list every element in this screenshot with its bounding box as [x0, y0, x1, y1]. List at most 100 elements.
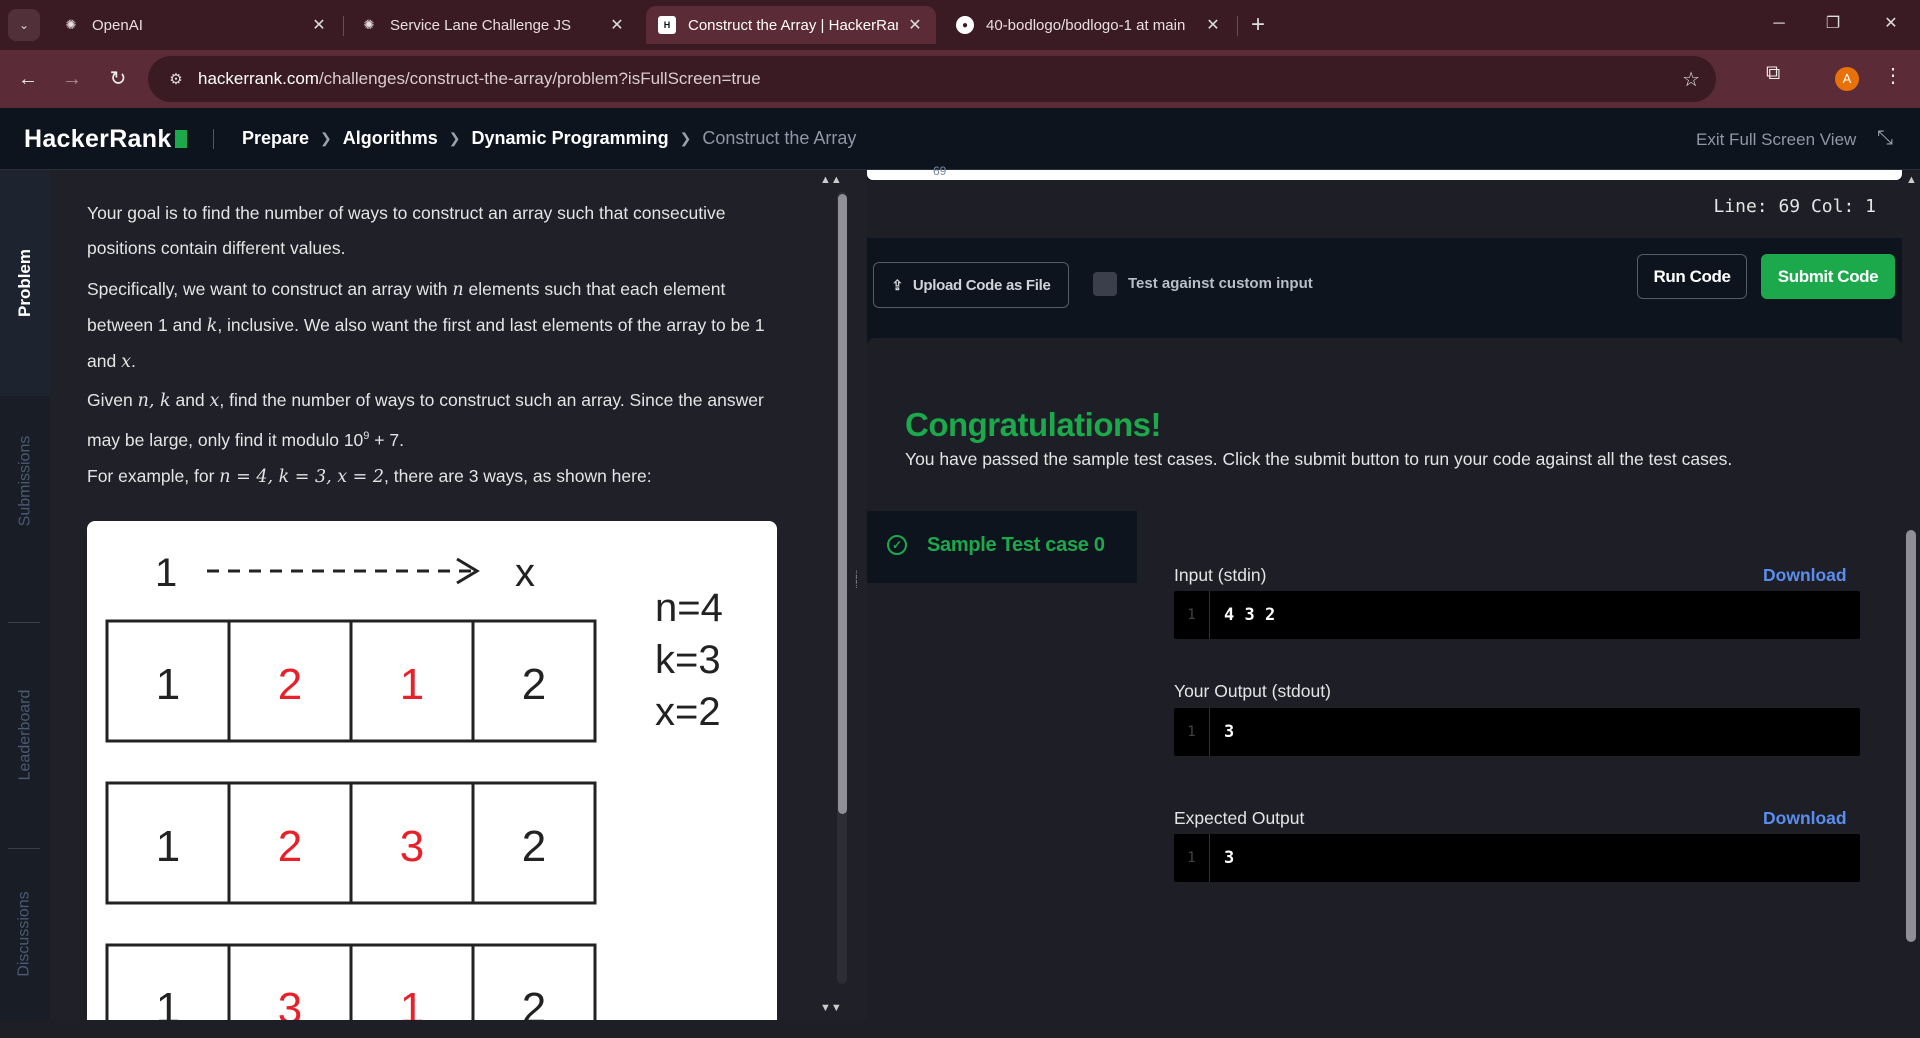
tab-title: 40-bodlogo/bodlogo-1 at main — [986, 16, 1186, 34]
line-number: 1 — [1174, 708, 1210, 756]
arrow-end-label: x — [515, 551, 535, 595]
scroll-up-icon[interactable]: ▲ — [1906, 174, 1917, 186]
array-cell-value: 2 — [278, 822, 302, 871]
tab-construct-array[interactable]: H Construct the Array | HackerRank ✕ — [646, 6, 936, 44]
param-k: k=3 — [655, 638, 721, 682]
array-cell-value: 2 — [522, 660, 546, 709]
problem-paragraph: For example, for n = 4, k = 3, x = 2, th… — [87, 466, 652, 487]
array-cell-value: 3 — [278, 984, 302, 1020]
close-window-icon[interactable]: ✕ — [1868, 8, 1914, 40]
close-tab-icon[interactable]: ✕ — [310, 15, 328, 35]
breadcrumb-prepare[interactable]: Prepare — [242, 128, 309, 149]
breadcrumb-current: Construct the Array — [702, 128, 857, 148]
cursor-position: Line: 69 Col: 1 — [1713, 196, 1876, 217]
scrollbar-thumb[interactable] — [1906, 530, 1916, 942]
url-bar[interactable]: ⚙ hackerrank.com/challenges/construct-th… — [148, 56, 1716, 102]
openai-icon: ✺ — [65, 17, 77, 32]
back-icon[interactable]: ← — [12, 63, 44, 95]
arrow-start-label: 1 — [155, 551, 177, 595]
reload-icon[interactable]: ↻ — [102, 63, 134, 95]
custom-input-checkbox[interactable] — [1093, 272, 1117, 296]
pane-resize-handle[interactable]: ⁞ ⁞ ⁞ — [850, 170, 867, 1020]
minimize-icon[interactable]: ─ — [1756, 8, 1802, 40]
url-text[interactable]: hackerrank.com/challenges/construct-the-… — [198, 69, 761, 89]
chevron-right-icon: ❯ — [320, 130, 332, 146]
tab-title: Service Lane Challenge JS — [390, 16, 571, 34]
problem-paragraph: Given n, k and x, find the number of way… — [87, 390, 764, 450]
extensions-icon[interactable]: ⧉ — [1766, 62, 1780, 85]
chevron-right-icon: ❯ — [448, 130, 461, 146]
scroll-up-icon[interactable]: ▲▲ — [820, 174, 842, 186]
tab-github[interactable]: ● 40-bodlogo/bodlogo-1 at main ✕ — [944, 6, 1234, 44]
breadcrumb-algorithms[interactable]: Algorithms — [343, 128, 438, 149]
code-editor[interactable]: 69 — [867, 164, 1902, 180]
restore-icon[interactable]: ❐ — [1810, 8, 1856, 40]
line-number: 1 — [1174, 834, 1210, 882]
input-box: 1 4 3 2 — [1174, 591, 1860, 639]
breadcrumb-dynamic-programming[interactable]: Dynamic Programming — [472, 128, 669, 149]
download-expected-link[interactable]: Download — [1763, 808, 1847, 829]
editor-status-bar: Line: 69 Col: 1 — [867, 180, 1902, 238]
example-figure: 1 x n=4 k=3 x=2 1 2 1 2 1 2 3 2 1 3 1 2 — [87, 521, 777, 1020]
browser-menu-icon[interactable]: ⋮ — [1883, 63, 1903, 88]
browser-tab-strip: ⌄ ✺ OpenAI ✕ ✺ Service Lane Challenge JS… — [0, 0, 1920, 50]
array-cell-value: 3 — [400, 822, 424, 871]
result-title: Congratulations! — [905, 406, 1161, 443]
address-toolbar: ← → ↻ ⚙ hackerrank.com/challenges/constr… — [0, 50, 1920, 108]
submit-code-button[interactable]: Submit Code — [1761, 254, 1895, 299]
tab-submissions[interactable]: Submissions — [0, 396, 50, 566]
drag-handle-icon[interactable]: ⁞ ⁞ ⁞ — [855, 571, 858, 591]
scroll-down-icon[interactable]: ▼▼ — [820, 1002, 842, 1014]
breadcrumb: Prepare ❯ Algorithms ❯ Dynamic Programmi… — [242, 128, 856, 149]
openai-icon: ✺ — [363, 17, 375, 32]
problem-scrollbar[interactable]: ▲▲ ▼▼ — [814, 170, 850, 1020]
run-code-button[interactable]: Run Code — [1637, 254, 1747, 299]
problem-paragraph: Specifically, we want to construct an ar… — [87, 279, 765, 372]
line-number: 1 — [1174, 591, 1210, 639]
tab-search-icon[interactable]: ⌄ — [8, 9, 40, 41]
array-cell-value: 2 — [522, 984, 546, 1020]
problem-statement: Your goal is to find the number of ways … — [50, 170, 814, 1020]
sample-testcase-tab[interactable]: ✓ Sample Test case 0 — [867, 511, 1137, 583]
tab-leaderboard[interactable]: Leaderboard — [0, 622, 50, 848]
expected-value: 3 — [1224, 848, 1235, 868]
tab-service-lane[interactable]: ✺ Service Lane Challenge JS ✕ — [348, 6, 638, 44]
problem-paragraph: Your goal is to find the number of ways … — [87, 203, 726, 258]
forward-icon[interactable]: → — [56, 63, 88, 95]
tab-discussions[interactable]: Discussions — [0, 848, 50, 1020]
new-tab-button[interactable]: + — [1243, 10, 1273, 40]
problem-side-nav: Problem Submissions Leaderboard Discussi… — [0, 170, 50, 1020]
download-input-link[interactable]: Download — [1763, 565, 1847, 586]
close-tab-icon[interactable]: ✕ — [906, 15, 924, 35]
output-value: 3 — [1224, 722, 1235, 742]
results-scrollbar[interactable]: ▲ — [1902, 170, 1920, 1020]
site-info-icon[interactable]: ⚙ — [156, 70, 196, 88]
tab-title: OpenAI — [92, 16, 143, 34]
input-label: Input (stdin) — [1174, 565, 1267, 585]
array-cell-value: 1 — [156, 822, 180, 871]
collapse-icon[interactable]: ⤡ — [1877, 127, 1893, 150]
hackerrank-logo[interactable]: HackerRank — [24, 125, 187, 154]
custom-input-label[interactable]: Test against custom input — [1128, 275, 1313, 292]
site-header: HackerRank Prepare ❯ Algorithms ❯ Dynami… — [0, 108, 1920, 170]
upload-icon: ⇪ — [891, 276, 903, 293]
tab-openai[interactable]: ✺ OpenAI ✕ — [50, 6, 340, 44]
avatar[interactable]: A — [1835, 67, 1859, 91]
array-cell-value: 2 — [522, 822, 546, 871]
array-cell-value: 1 — [400, 660, 424, 709]
scrollbar-thumb[interactable] — [838, 194, 847, 814]
editor-pane: 69 Line: 69 Col: 1 ⇪ Upload Code as File … — [867, 164, 1920, 1038]
close-tab-icon[interactable]: ✕ — [608, 15, 626, 35]
example-diagram: 1 x n=4 k=3 x=2 1 2 1 2 1 2 3 2 1 3 1 2 — [105, 551, 723, 1020]
result-message: You have passed the sample test cases. C… — [905, 449, 1733, 469]
check-circle-icon: ✓ — [887, 535, 907, 555]
tab-problem[interactable]: Problem — [0, 170, 50, 396]
param-x: x=2 — [655, 690, 721, 734]
bookmark-star-icon[interactable]: ☆ — [1682, 67, 1700, 92]
testcase-label: Sample Test case 0 — [927, 534, 1105, 556]
array-cell-value: 1 — [156, 660, 180, 709]
upload-code-button[interactable]: ⇪ Upload Code as File — [873, 262, 1069, 308]
array-rows: 1 2 1 2 1 2 3 2 1 3 1 2 — [105, 619, 597, 1020]
exit-fullscreen-link[interactable]: Exit Full Screen View — [1696, 130, 1856, 150]
close-tab-icon[interactable]: ✕ — [1204, 15, 1222, 35]
